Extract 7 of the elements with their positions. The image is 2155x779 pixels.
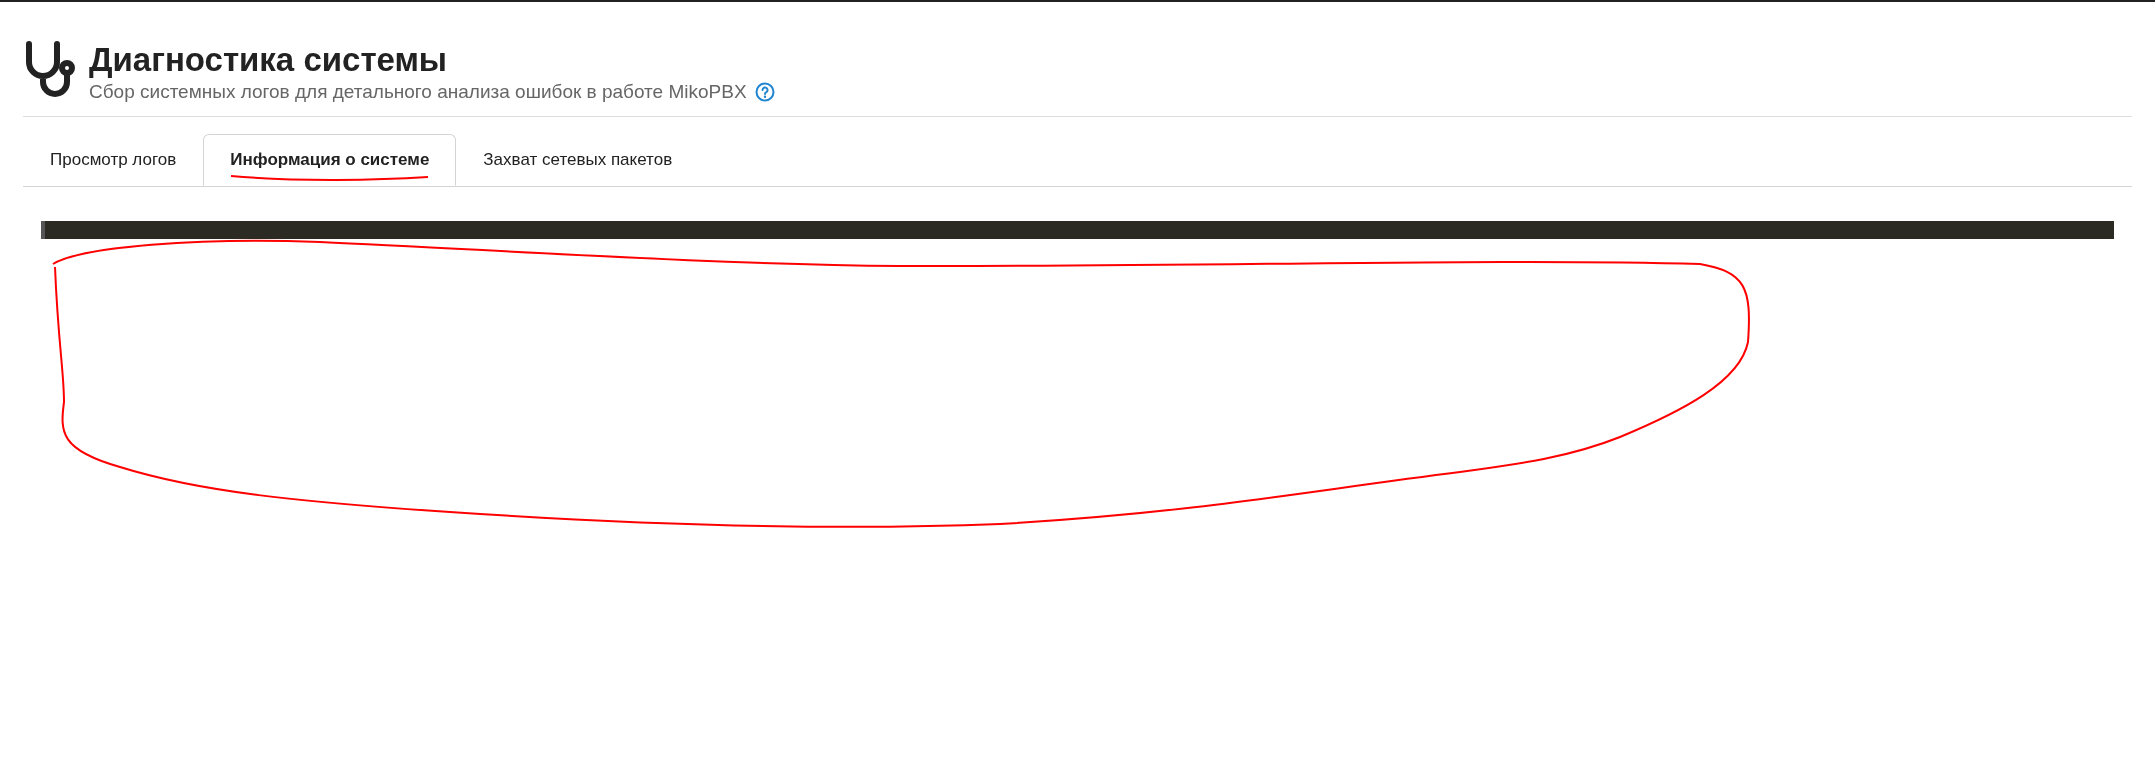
tab[interactable]: Информация о системе: [203, 134, 457, 186]
page-subtitle: Сбор системных логов для детального анализа ошибок в работе MikoPBX: [89, 80, 747, 104]
help-icon[interactable]: [754, 82, 775, 102]
tab[interactable]: Просмотр логов: [23, 134, 204, 186]
stethoscope-icon: [25, 40, 77, 98]
tab[interactable]: Захват сетевых пакетов: [456, 134, 700, 186]
page-title: Диагностика системы: [89, 40, 449, 80]
